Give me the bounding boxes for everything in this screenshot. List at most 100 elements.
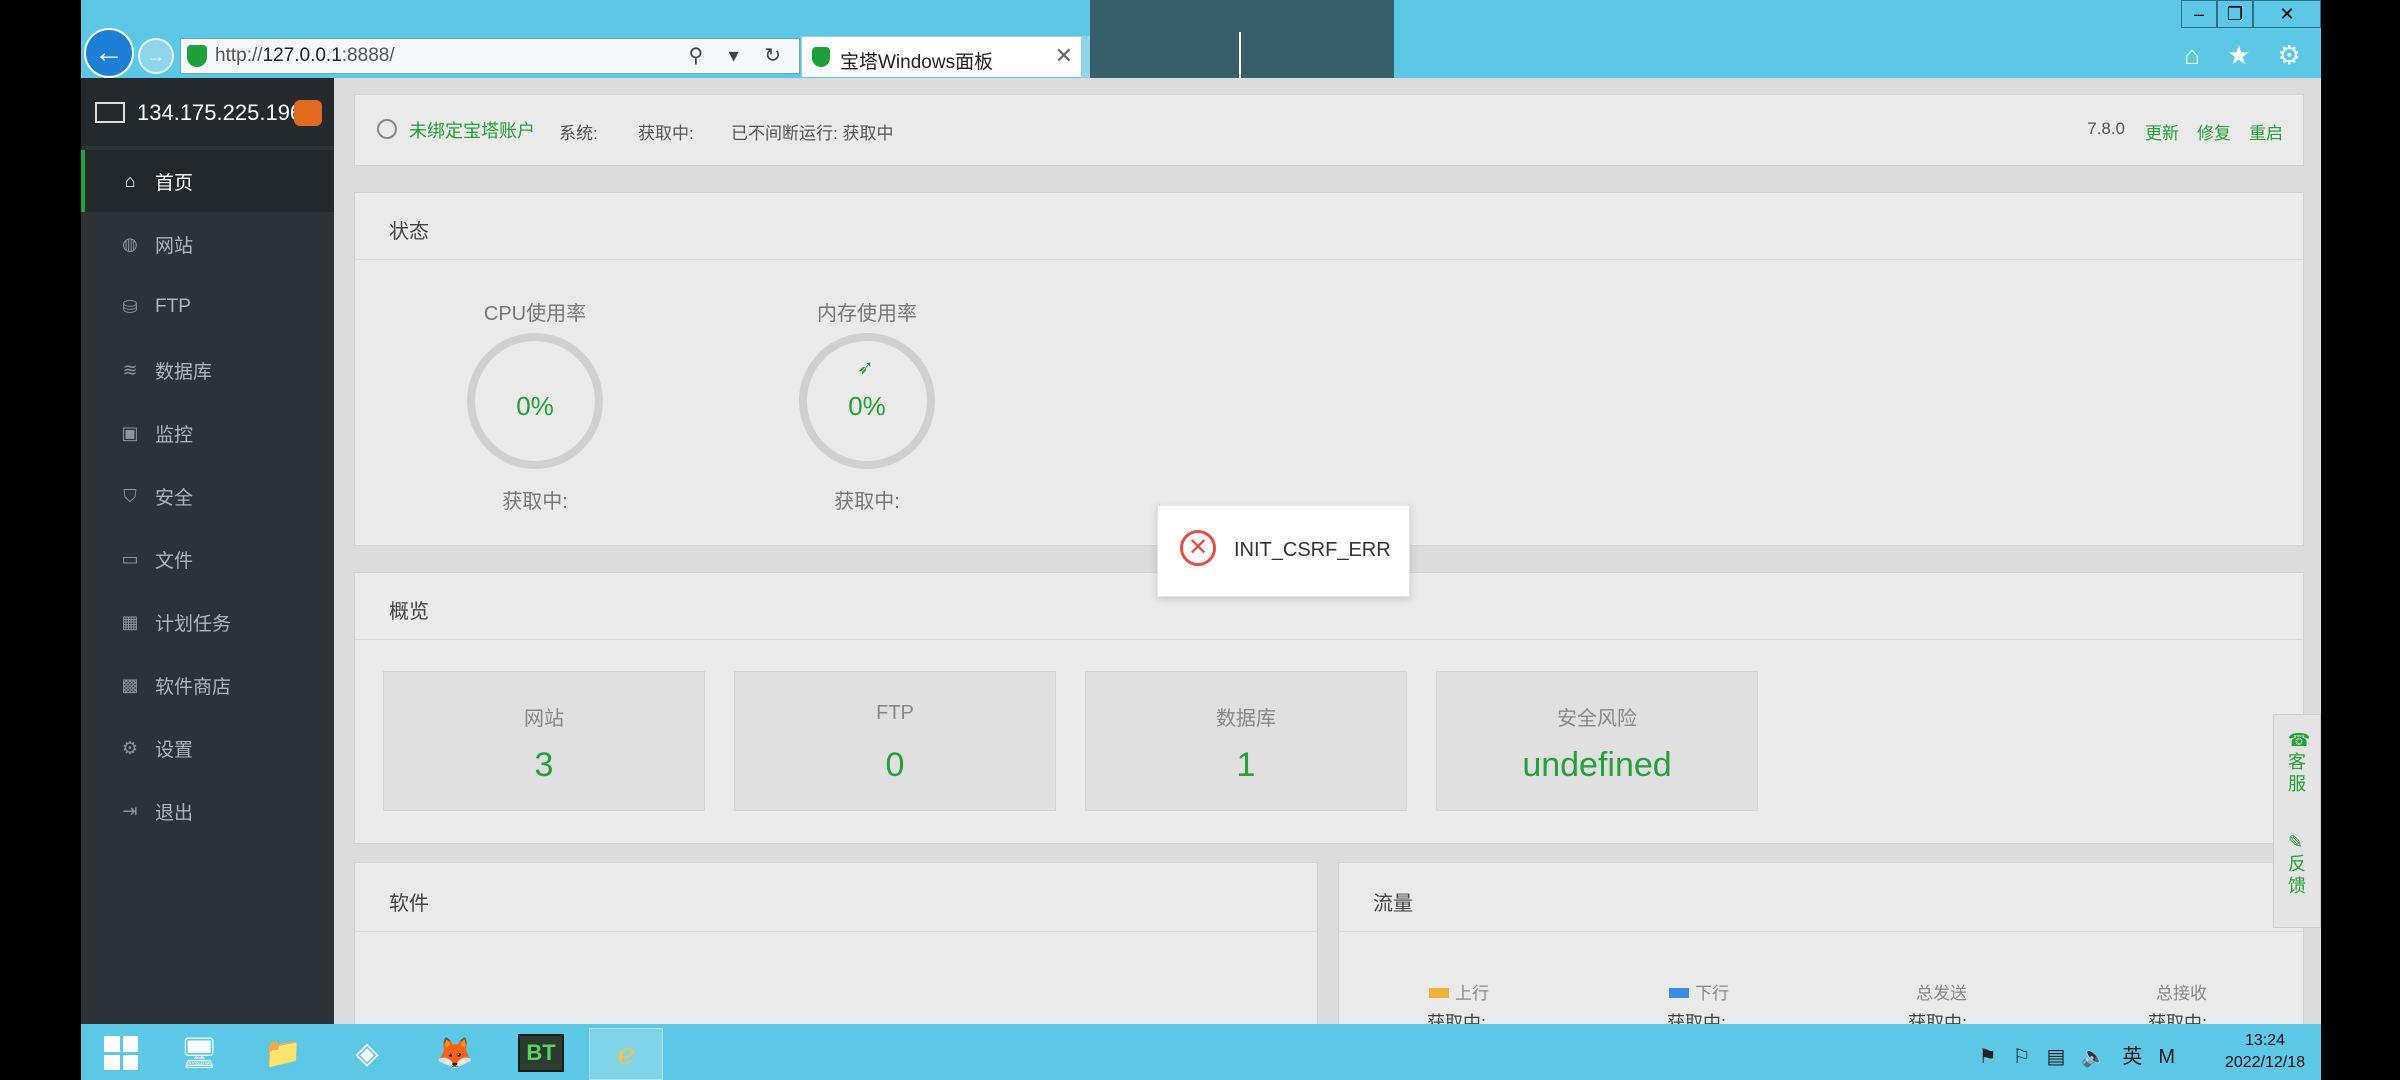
- error-x-icon: ✕: [1180, 530, 1216, 566]
- sidebar-item-logout[interactable]: ⇥ 退出: [81, 780, 334, 842]
- address-tools[interactable]: ⚲ ▾ ↻: [688, 43, 791, 68]
- cpu-value: 0%: [516, 391, 554, 421]
- tray-volume-icon[interactable]: 🔈: [2081, 1046, 2122, 1068]
- sidebar-item-label: 文件: [155, 550, 194, 572]
- app-button[interactable]: ◈: [331, 1028, 403, 1078]
- windows-logo-icon: [104, 1036, 138, 1070]
- feedback-button[interactable]: ✎ 反馈: [2288, 831, 2306, 897]
- maximize-button[interactable]: ❐: [2217, 0, 2253, 28]
- sidebar-item-website[interactable]: ◍ 网站: [81, 213, 334, 275]
- restart-link[interactable]: 重启: [2249, 124, 2283, 143]
- cpu-detail: 获取中:: [502, 491, 568, 513]
- memory-value: 0%: [848, 391, 886, 421]
- forward-button[interactable]: →: [138, 38, 174, 74]
- notification-badge[interactable]: [294, 100, 322, 126]
- top-info-bar: 未绑定宝塔账户 系统: 获取中: 已不间断运行: 获取中 7.8.0 更新 修复重…: [354, 94, 2304, 166]
- legend-upload: 上行: [1429, 979, 1489, 1004]
- card-value: 3: [534, 746, 554, 784]
- close-window-button[interactable]: ✕: [2253, 0, 2321, 28]
- cpu-label: CPU使用率: [483, 303, 587, 325]
- tray-m[interactable]: M: [2158, 1046, 2191, 1068]
- gear-icon: ⚙: [121, 737, 139, 758]
- update-link[interactable]: 更新: [2145, 124, 2179, 143]
- traffic-panel: 流量 上行 下行 总发送 总接收 获取中: 获取中: 获取中: 获取中:: [1338, 862, 2304, 1044]
- clock-date: 2022/12/18: [2224, 1054, 2305, 1071]
- system-value: 获取中:: [638, 124, 694, 143]
- card-label: 网站: [524, 708, 564, 730]
- card-label: 数据库: [1216, 708, 1276, 730]
- sidebar-item-label: 网站: [155, 235, 194, 257]
- traffic-title: 流量: [1373, 893, 1413, 915]
- sidebar-item-settings[interactable]: ⚙ 设置: [81, 717, 334, 779]
- tray-flag-icon[interactable]: ⚐: [2013, 1046, 2047, 1068]
- firefox-icon: 🦊: [436, 1036, 474, 1070]
- tray-network-icon[interactable]: ⚑: [1979, 1046, 2013, 1068]
- sidebar-item-monitor[interactable]: ▣ 监控: [81, 402, 334, 464]
- sidebar-item-store[interactable]: ▩ 软件商店: [81, 654, 334, 716]
- ie-button[interactable]: ℯ: [589, 1028, 663, 1080]
- sidebar-item-label: 首页: [155, 172, 194, 194]
- globe-icon: ◍: [122, 233, 138, 254]
- sidebar-item-cron[interactable]: ▦ 计划任务: [81, 591, 334, 653]
- home-favorites-settings-icons[interactable]: ⌂ ★ ⚙: [2184, 40, 2311, 71]
- rocket-icon[interactable]: ➶: [857, 355, 874, 380]
- monitor-icon: [95, 102, 125, 123]
- sidebar-item-label: 软件商店: [155, 676, 232, 698]
- arrow-right-icon: →: [147, 45, 165, 66]
- software-title: 软件: [389, 893, 429, 915]
- tab-close-button[interactable]: ✕: [1055, 43, 1073, 69]
- edit-icon: ✎: [2288, 832, 2304, 852]
- service-button[interactable]: ☎ 客服: [2288, 729, 2311, 795]
- cpu-gauge[interactable]: 0%: [467, 333, 603, 469]
- card-value: 1: [1236, 746, 1256, 784]
- server-manager-button[interactable]: 🖥: [163, 1028, 235, 1078]
- file-explorer-button[interactable]: 📁: [247, 1028, 319, 1078]
- sidebar-item-security[interactable]: ⛉ 安全: [81, 465, 334, 527]
- sidebar-item-label: 监控: [155, 424, 194, 446]
- legend-download: 下行: [1669, 979, 1729, 1004]
- sidebar-item-label: 安全: [155, 487, 194, 509]
- tray-display-icon[interactable]: ▤: [2047, 1046, 2082, 1068]
- back-button[interactable]: ←: [84, 28, 134, 78]
- status-panel: 状态 CPU使用率 0% 获取中: 内存使用率 ➶ 0% 获取中:: [354, 192, 2304, 546]
- memory-gauge[interactable]: ➶ 0%: [799, 333, 935, 469]
- sidebar-item-label: 计划任务: [155, 613, 232, 635]
- arrow-left-icon: ←: [94, 36, 124, 69]
- firefox-button[interactable]: 🦊: [419, 1028, 491, 1078]
- address-url[interactable]: http://127.0.0.1:8888/: [215, 45, 395, 67]
- tab-bt-panel[interactable]: 宝塔Windows面板 ✕: [801, 36, 1082, 77]
- calendar-icon: ▦: [121, 611, 139, 632]
- legend-total-received: 总接收: [2156, 984, 2207, 1003]
- software-panel: 软件: [354, 862, 1318, 1044]
- sidebar-item-ftp[interactable]: ⛁ FTP: [81, 276, 334, 338]
- server-manager-icon: 🖥: [179, 1036, 219, 1070]
- minimize-button[interactable]: –: [2181, 0, 2217, 28]
- account-link[interactable]: 未绑定宝塔账户: [377, 117, 535, 143]
- overview-card-security-risk[interactable]: 安全风险 undefined: [1436, 671, 1758, 811]
- clock-time: 13:24: [2244, 1032, 2285, 1049]
- sidebar: 134.175.225.196 ⌂ 首页 ◍ 网站 ⛁ FTP ≋ 数据库 ▣ 监控 ⛉ 安…: [81, 78, 334, 1024]
- repair-link[interactable]: 修复: [2197, 124, 2231, 143]
- tray-ime[interactable]: 英: [2122, 1046, 2158, 1068]
- tab-title: 宝塔Windows面板: [840, 52, 994, 73]
- sidebar-item-database[interactable]: ≋ 数据库: [81, 339, 334, 401]
- overview-card-website[interactable]: 网站 3: [383, 671, 705, 811]
- server-ip: 134.175.225.196: [137, 100, 303, 125]
- start-button[interactable]: [81, 1028, 161, 1078]
- clock[interactable]: 13:24 2022/12/18: [2225, 1030, 2305, 1074]
- sidebar-item-files[interactable]: ▭ 文件: [81, 528, 334, 590]
- overview-panel: 概览 网站 3 FTP 0 数据库 1 安全风险 undefined: [354, 572, 2304, 844]
- overview-card-database[interactable]: 数据库 1: [1085, 671, 1407, 811]
- overview-title: 概览: [389, 601, 429, 623]
- user-icon: [377, 119, 397, 139]
- tab-shield-icon: [812, 47, 830, 67]
- system-label: 系统:: [559, 124, 598, 143]
- headset-icon: ☎: [2288, 730, 2311, 750]
- overview-card-ftp[interactable]: FTP 0: [734, 671, 1056, 811]
- bt-panel-button[interactable]: BT: [505, 1028, 577, 1078]
- site-shield-icon: [187, 45, 207, 67]
- version-text: 7.8.0: [2087, 119, 2125, 138]
- address-bar[interactable]: http://127.0.0.1:8888/ ⚲ ▾ ↻: [180, 38, 800, 74]
- legend-total-sent: 总发送: [1916, 984, 1967, 1003]
- sidebar-item-home[interactable]: ⌂ 首页: [81, 150, 334, 212]
